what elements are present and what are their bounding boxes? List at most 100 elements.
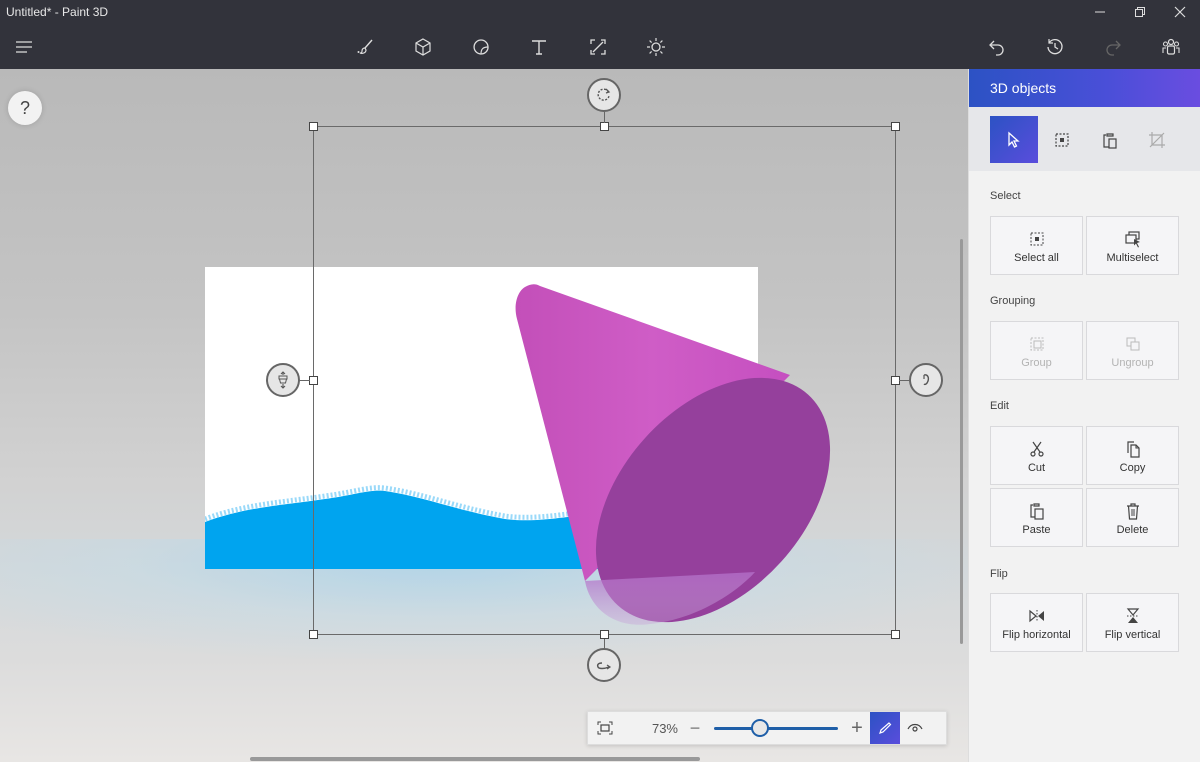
resize-handle-bottom[interactable] <box>600 630 609 639</box>
section-select-label: Select <box>990 190 1021 202</box>
select-all-button[interactable]: Select all <box>990 216 1083 275</box>
resize-handle-top-left[interactable] <box>309 122 318 131</box>
edit-mode-button[interactable] <box>870 712 900 744</box>
tab-paste[interactable] <box>1086 116 1134 163</box>
canvas-resize-icon <box>590 39 606 55</box>
pen-icon <box>879 722 892 734</box>
selection-box <box>313 126 896 635</box>
resize-handle-bottom-left[interactable] <box>309 630 318 639</box>
multiselect-icon <box>1124 230 1140 247</box>
tool-3d-shapes[interactable] <box>407 32 439 62</box>
rotate-x-handle[interactable] <box>266 363 300 397</box>
resize-handle-top-right[interactable] <box>891 122 900 131</box>
ungroup-label: Ungroup <box>1111 356 1154 369</box>
main-toolbar <box>0 24 1200 69</box>
zoom-slider-thumb[interactable] <box>750 719 769 737</box>
tool-brushes[interactable] <box>350 32 382 62</box>
group-button[interactable]: Group <box>990 321 1083 380</box>
copy-button[interactable]: Copy <box>1086 426 1179 485</box>
zoom-in-label: + <box>851 716 863 739</box>
minimize-icon <box>1095 11 1105 13</box>
view-mode-button[interactable] <box>900 712 930 744</box>
delete-label: Delete <box>1116 523 1149 536</box>
brush-icon <box>357 39 373 54</box>
cube-icon <box>415 38 431 56</box>
flip-vertical-button[interactable]: Flip vertical <box>1086 593 1179 652</box>
minimize-button[interactable] <box>1080 0 1120 24</box>
scissors-icon <box>1029 441 1044 457</box>
cursor-icon <box>1008 131 1020 148</box>
remix3d-button[interactable] <box>1155 32 1187 62</box>
tab-select-region[interactable] <box>1038 116 1086 163</box>
tool-effects[interactable] <box>640 32 672 62</box>
history-button[interactable] <box>1039 32 1071 62</box>
paint3d-window: Untitled* - Paint 3D ? 73% − + 3D object… <box>0 0 1200 762</box>
rotate-y-handle[interactable] <box>909 363 943 397</box>
zoom-percentage: 73% <box>651 720 678 736</box>
paste-label: Paste <box>1022 523 1051 536</box>
crop-icon <box>1149 131 1165 148</box>
ungroup-icon <box>1126 337 1139 350</box>
ungroup-button[interactable]: Ungroup <box>1086 321 1179 380</box>
vertical-scrollbar[interactable] <box>960 239 963 644</box>
redo-button[interactable] <box>1097 32 1129 62</box>
flip-vertical-icon <box>1126 607 1139 623</box>
copy-icon <box>1126 440 1140 458</box>
title-bar: Untitled* - Paint 3D <box>0 0 1200 24</box>
panel-title: 3D objects <box>969 69 1200 107</box>
community-icon <box>1162 38 1180 55</box>
eye-icon <box>907 723 923 732</box>
trash-icon <box>1126 502 1139 520</box>
paste-button[interactable]: Paste <box>990 488 1083 547</box>
multiselect-button[interactable]: Multiselect <box>1086 216 1179 275</box>
menu-button[interactable] <box>8 32 40 62</box>
select-all-label: Select all <box>1014 251 1059 264</box>
rotate-z-handle[interactable] <box>587 78 621 112</box>
flip-horizontal-button[interactable]: Flip horizontal <box>990 593 1083 652</box>
tab-crop[interactable] <box>1133 116 1181 163</box>
restore-button[interactable] <box>1120 0 1160 24</box>
sun-icon <box>647 38 665 56</box>
zoom-in-button[interactable]: + <box>844 712 870 744</box>
sticker-icon <box>473 39 489 55</box>
rotate-stem-top <box>604 112 605 123</box>
rotate-pitch-handle[interactable] <box>587 648 621 682</box>
close-button[interactable] <box>1160 0 1200 24</box>
tool-text[interactable] <box>523 32 555 62</box>
tool-canvas[interactable] <box>582 32 614 62</box>
fit-to-screen-button[interactable] <box>588 712 622 744</box>
cut-button[interactable]: Cut <box>990 426 1083 485</box>
resize-handle-top[interactable] <box>600 122 609 131</box>
resize-handle-bottom-right[interactable] <box>891 630 900 639</box>
tool-stickers[interactable] <box>465 32 497 62</box>
multiselect-label: Multiselect <box>1106 251 1159 264</box>
close-icon <box>1174 6 1186 18</box>
group-label: Group <box>1021 356 1052 369</box>
fit-screen-icon <box>597 721 613 735</box>
tab-select[interactable] <box>990 116 1038 163</box>
undo-button[interactable] <box>981 32 1013 62</box>
zoom-out-button[interactable]: − <box>682 712 708 744</box>
window-title: Untitled* - Paint 3D <box>6 5 109 19</box>
text-icon <box>532 40 546 55</box>
zoom-slider[interactable] <box>714 712 838 744</box>
hamburger-menu-icon <box>16 41 32 53</box>
delete-button[interactable]: Delete <box>1086 488 1179 547</box>
tilt-icon <box>278 371 288 389</box>
horizontal-scrollbar[interactable] <box>250 757 700 761</box>
section-edit-label: Edit <box>990 400 1009 412</box>
resize-handle-left[interactable] <box>309 376 318 385</box>
spin-icon <box>923 374 930 386</box>
undo-icon <box>989 40 1004 56</box>
marquee-icon <box>1055 132 1069 147</box>
restore-icon <box>1135 7 1145 17</box>
clipboard-icon <box>1103 132 1117 149</box>
group-icon <box>1030 337 1043 350</box>
redo-icon <box>1106 40 1121 56</box>
flip-horizontal-label: Flip horizontal <box>1002 628 1071 641</box>
side-panel: 3D objects Select Select all Multiselect… <box>968 69 1200 762</box>
rotate-icon <box>597 88 611 101</box>
zoom-bar: 73% − + <box>587 711 947 745</box>
canvas-viewport[interactable]: ? 73% − + <box>0 69 968 762</box>
panel-tabs <box>969 107 1200 171</box>
